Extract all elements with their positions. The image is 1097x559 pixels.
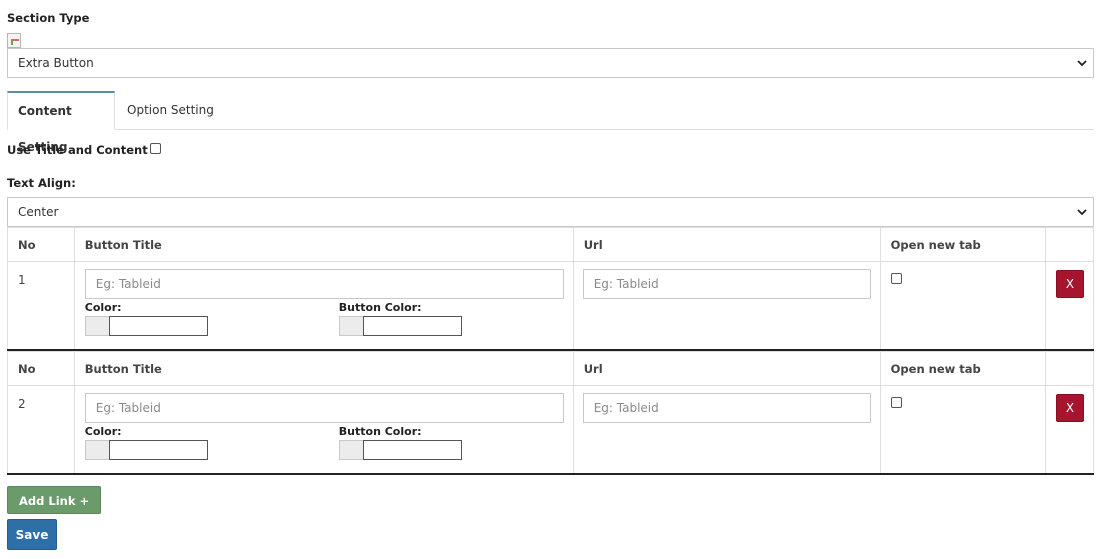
button-title-input[interactable]: Eg: Tableid	[84, 393, 564, 423]
button-title-input[interactable]: Eg: Tableid	[84, 269, 564, 299]
open-new-tab-checkbox[interactable]	[890, 273, 902, 284]
button-color-label: Button Color:	[338, 301, 422, 314]
color-input[interactable]	[108, 316, 208, 336]
button-color-group: Button Color:	[338, 425, 462, 460]
header-no: No	[7, 351, 75, 386]
section-type-selected-value: Extra Button	[18, 56, 94, 70]
url-input[interactable]: Eg: Tableid	[582, 393, 871, 423]
open-new-tab-cell	[879, 261, 1047, 350]
link-table: No Button Title Url Open new tab 1 Eg: T…	[7, 227, 1094, 351]
header-button-title: Button Title	[73, 227, 574, 262]
chevron-down-icon	[1077, 60, 1087, 67]
text-align-selected-value: Center	[18, 205, 59, 219]
header-url: Url	[572, 227, 881, 262]
delete-cell: X	[1045, 261, 1094, 350]
use-title-content-row: Use Title and Content	[7, 143, 161, 157]
color-row: Color: Button Color:	[84, 299, 573, 347]
header-button-title: Button Title	[73, 351, 574, 386]
open-new-tab-checkbox[interactable]	[890, 397, 902, 408]
button-color-label: Button Color:	[338, 425, 422, 438]
button-color-swatch[interactable]	[338, 316, 363, 336]
url-cell: Eg: Tableid	[572, 261, 881, 350]
color-picker	[84, 316, 208, 336]
table-row: 1 Eg: Tableid Color: Button Color: Eg: T…	[7, 261, 1094, 350]
color-row: Color: Button Color:	[84, 423, 573, 471]
button-color-picker	[338, 440, 462, 460]
table-header-row: No Button Title Url Open new tab	[7, 351, 1094, 386]
color-picker	[84, 440, 208, 460]
broken-image-icon	[7, 33, 21, 48]
use-title-content-checkbox[interactable]	[149, 143, 161, 154]
delete-cell: X	[1045, 385, 1094, 474]
header-delete	[1045, 351, 1094, 386]
color-label: Color:	[84, 301, 122, 314]
color-input[interactable]	[108, 440, 208, 460]
link-table: No Button Title Url Open new tab 2 Eg: T…	[7, 351, 1094, 475]
header-no: No	[7, 227, 75, 262]
button-title-cell: Eg: Tableid Color: Button Color:	[73, 385, 574, 474]
button-color-swatch[interactable]	[338, 440, 363, 460]
button-color-picker	[338, 316, 462, 336]
header-open-new-tab: Open new tab	[879, 227, 1047, 262]
settings-tabs: Content Setting Option Setting	[7, 91, 1094, 154]
open-new-tab-cell	[879, 385, 1047, 474]
button-color-group: Button Color:	[338, 301, 462, 336]
row-number: 1	[7, 261, 75, 350]
header-delete	[1045, 227, 1094, 262]
color-swatch[interactable]	[84, 316, 109, 336]
delete-row-button[interactable]: X	[1056, 394, 1084, 422]
tab-content-setting[interactable]: Content Setting	[7, 91, 115, 154]
text-align-label: Text Align:	[7, 176, 76, 190]
tab-option-setting[interactable]: Option Setting	[117, 91, 224, 130]
color-group: Color:	[84, 425, 208, 460]
button-color-input[interactable]	[362, 440, 462, 460]
color-swatch[interactable]	[84, 440, 109, 460]
url-cell: Eg: Tableid	[572, 385, 881, 474]
table-row: 2 Eg: Tableid Color: Button Color: Eg: T…	[7, 385, 1094, 474]
url-input[interactable]: Eg: Tableid	[582, 269, 871, 299]
delete-row-button[interactable]: X	[1056, 270, 1084, 298]
add-link-button[interactable]: Add Link +	[7, 486, 102, 514]
color-label: Color:	[84, 425, 122, 438]
section-type-label: Section Type	[7, 11, 90, 25]
row-number: 2	[7, 385, 75, 474]
header-open-new-tab: Open new tab	[879, 351, 1047, 386]
section-type-select[interactable]: Extra Button	[7, 48, 1094, 78]
text-align-select[interactable]: Center	[7, 197, 1094, 227]
color-group: Color:	[84, 301, 208, 336]
button-color-input[interactable]	[362, 316, 462, 336]
header-url: Url	[572, 351, 881, 386]
table-header-row: No Button Title Url Open new tab	[7, 227, 1094, 262]
button-title-cell: Eg: Tableid Color: Button Color:	[73, 261, 574, 350]
chevron-down-icon	[1077, 209, 1087, 216]
save-button[interactable]: Save	[7, 519, 57, 550]
use-title-content-label: Use Title and Content	[7, 143, 148, 157]
